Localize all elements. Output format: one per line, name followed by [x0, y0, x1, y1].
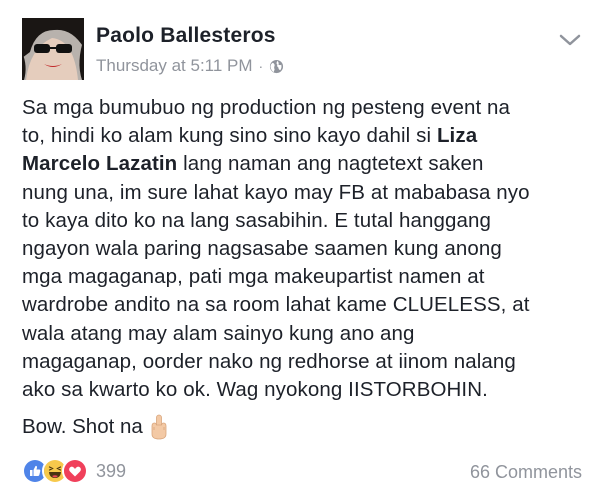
reactions-summary[interactable]: 399: [22, 458, 126, 484]
post-body-line: ngayon wala paring nagsasabe saamen kung…: [22, 235, 582, 263]
post-body: Sa mga bumubuo ng production ng pesteng …: [22, 94, 582, 404]
post-body-line: to kaya dito ko na lang sasabihin. E tut…: [22, 207, 582, 235]
post-text-segment: wala atang may alam sainyo kung ano ang: [22, 321, 415, 345]
tagged-name[interactable]: Liza: [437, 124, 477, 147]
post-body-line: magaganap, oorder nako ng redhorse at ii…: [22, 348, 582, 376]
tagged-name[interactable]: Marcelo Lazatin: [22, 152, 177, 175]
signoff-text: Bow. Shot na: [22, 415, 143, 438]
post-body-line: wardrobe andito na sa room lahat kame CL…: [22, 291, 582, 319]
post-text-segment: to kaya dito ko na lang sasabihin. E tut…: [22, 208, 491, 232]
post-body-line: Marcelo Lazatin lang naman ang nagtetext…: [22, 150, 582, 178]
post-body-line: nung una, im sure lahat kayo may FB at m…: [22, 179, 582, 207]
comments-link[interactable]: 66 Comments: [470, 462, 582, 483]
chevron-down-icon[interactable]: [558, 32, 582, 48]
middle-finger-emoji-icon: [149, 414, 169, 440]
post-signoff: Bow. Shot na: [22, 414, 169, 440]
post-body-line: mga magaganap, pati mga makeupartist nam…: [22, 263, 582, 291]
post-text-segment: nung una, im sure lahat kayo may FB at m…: [22, 180, 530, 204]
love-icon: [62, 458, 88, 484]
post-text-segment: wardrobe andito na sa room lahat kame CL…: [22, 293, 530, 317]
post-text-segment: mga magaganap, pati mga makeupartist nam…: [22, 265, 485, 289]
post-text-segment: to, hindi ko alam kung sino sino kayo da…: [22, 124, 437, 148]
author-avatar[interactable]: [22, 18, 84, 80]
post-text-segment: ako sa kwarto ko ok. Wag nyokong IISTORB…: [22, 378, 488, 402]
post-text-segment: Sa mga bumubuo ng production ng pesteng …: [22, 96, 511, 119]
reaction-count: 399: [96, 460, 127, 481]
post-meta: Thursday at 5:11 PM ·: [96, 56, 284, 76]
post-body-line: ako sa kwarto ko ok. Wag nyokong IISTORB…: [22, 376, 582, 404]
post-body-line: Sa mga bumubuo ng production ng pesteng …: [22, 94, 582, 122]
post-body-line: wala atang may alam sainyo kung ano ang: [22, 320, 582, 348]
meta-separator: ·: [258, 58, 264, 74]
globe-icon[interactable]: [269, 59, 284, 74]
post-timestamp[interactable]: Thursday at 5:11 PM: [96, 56, 253, 76]
author-name[interactable]: Paolo Ballesteros: [96, 24, 276, 48]
post-text-segment: ngayon wala paring nagsasabe saamen kung…: [22, 237, 502, 261]
avatar-image: [22, 18, 84, 80]
post-text-segment: magaganap, oorder nako ng redhorse at ii…: [22, 349, 516, 373]
facebook-post: Paolo Ballesteros Thursday at 5:11 PM · …: [0, 0, 600, 497]
post-footer: 399 66 Comments: [22, 458, 582, 488]
post-body-line: to, hindi ko alam kung sino sino kayo da…: [22, 122, 582, 150]
post-text-segment: lang naman ang nagtetext saken: [177, 152, 484, 176]
post-header: Paolo Ballesteros Thursday at 5:11 PM ·: [22, 18, 586, 80]
